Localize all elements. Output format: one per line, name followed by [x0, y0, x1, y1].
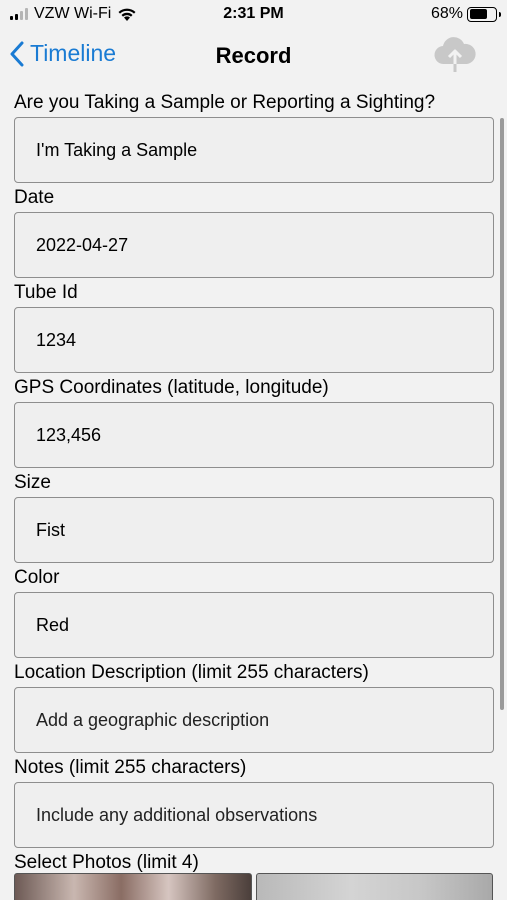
field-date: Date 2022-04-27 — [14, 186, 495, 278]
battery-percent: 68% — [430, 5, 463, 22]
field-sample-type: Are you Taking a Sample or Reporting a S… — [14, 91, 495, 183]
field-notes: Notes (limit 255 characters) Include any… — [14, 756, 495, 848]
upload-button[interactable] — [433, 36, 477, 79]
field-location-description: Location Description (limit 255 characte… — [14, 661, 495, 753]
location-description-input[interactable]: Add a geographic description — [14, 687, 494, 753]
size-select[interactable]: Fist — [14, 497, 494, 563]
field-label: Location Description (limit 255 characte… — [14, 662, 369, 683]
field-size: Size Fist — [14, 471, 495, 563]
battery-fill — [469, 9, 487, 19]
photo-thumbnail[interactable] — [256, 873, 493, 900]
field-label: GPS Coordinates (latitude, longitude) — [14, 377, 329, 398]
photo-strip — [14, 873, 495, 900]
gps-input[interactable]: 123,456 — [14, 402, 494, 468]
field-label: Notes (limit 255 characters) — [14, 757, 247, 778]
field-tube-id: Tube Id 1234 — [14, 281, 495, 373]
color-select[interactable]: Red — [14, 592, 494, 658]
status-right: 68% — [430, 5, 501, 23]
field-label: Tube Id — [14, 282, 78, 303]
field-color: Color Red — [14, 566, 495, 658]
nav-bar: Timeline Record — [0, 32, 507, 82]
photo-thumbnail[interactable] — [14, 873, 252, 900]
field-label: Are you Taking a Sample or Reporting a S… — [14, 92, 436, 113]
status-bar: VZW Wi-Fi 2:31 PM 68% — [0, 0, 507, 30]
field-gps: GPS Coordinates (latitude, longitude) 12… — [14, 376, 495, 468]
date-input[interactable]: 2022-04-27 — [14, 212, 494, 278]
scroll-indicator[interactable] — [500, 118, 504, 710]
sample-type-select[interactable]: I'm Taking a Sample — [14, 117, 494, 183]
notes-input[interactable]: Include any additional observations — [14, 782, 494, 848]
field-label: Date — [14, 187, 55, 208]
record-form: Are you Taking a Sample or Reporting a S… — [14, 91, 495, 877]
page-title: Record — [215, 43, 292, 68]
field-label: Size — [14, 472, 51, 493]
field-label: Color — [14, 567, 60, 588]
cloud-upload-icon — [434, 37, 476, 72]
tube-id-input[interactable]: 1234 — [14, 307, 494, 373]
battery-icon — [467, 6, 501, 22]
